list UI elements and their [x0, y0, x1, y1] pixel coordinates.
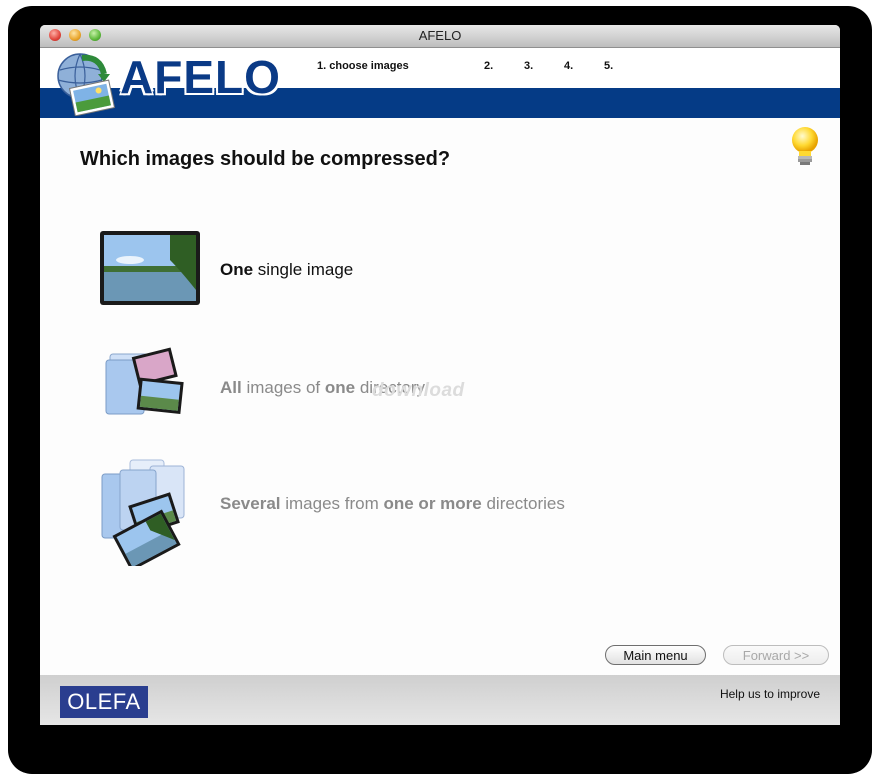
app-header: AFELO 1. choose images 2. 3. 4. 5.	[40, 48, 840, 118]
watermark: download	[372, 380, 465, 401]
option-several-directories[interactable]: Several images from one or more director…	[100, 456, 700, 566]
option-several-directories-label[interactable]: Several images from one or more director…	[220, 494, 565, 514]
single-image-icon	[100, 231, 200, 305]
option-single-image-label[interactable]: One single image	[220, 260, 353, 280]
step-3: 3.	[524, 60, 534, 72]
page-title: Which images should be compressed?	[80, 148, 451, 170]
option-single-image[interactable]: One single image	[100, 230, 700, 310]
lightbulb-icon[interactable]	[785, 124, 825, 170]
window-title: AFELO	[418, 28, 462, 43]
step-1: 1. choose images	[317, 60, 409, 72]
step-4: 4.	[564, 60, 574, 72]
main-menu-button[interactable]: Main menu	[605, 645, 706, 665]
folder-images-icon	[105, 347, 184, 415]
olefa-logo[interactable]: OLEFA	[60, 686, 148, 718]
app-window: AFELO AFELO 1. choose images 2. 3. 4. 5.…	[40, 25, 840, 725]
help-improve-link[interactable]: Help us to improve	[720, 687, 820, 701]
globe-logo-icon	[57, 53, 116, 116]
main-content: Which images should be compressed? One s…	[40, 118, 840, 675]
step-5: 5.	[604, 60, 614, 72]
multiple-folders-icon	[101, 459, 185, 566]
forward-button[interactable]: Forward >>	[723, 645, 829, 665]
step-2: 2.	[484, 60, 494, 72]
app-logo-text: AFELO	[120, 51, 281, 103]
title-bar[interactable]: AFELO	[40, 25, 840, 48]
footer: OLEFA Help us to improve	[40, 675, 840, 725]
